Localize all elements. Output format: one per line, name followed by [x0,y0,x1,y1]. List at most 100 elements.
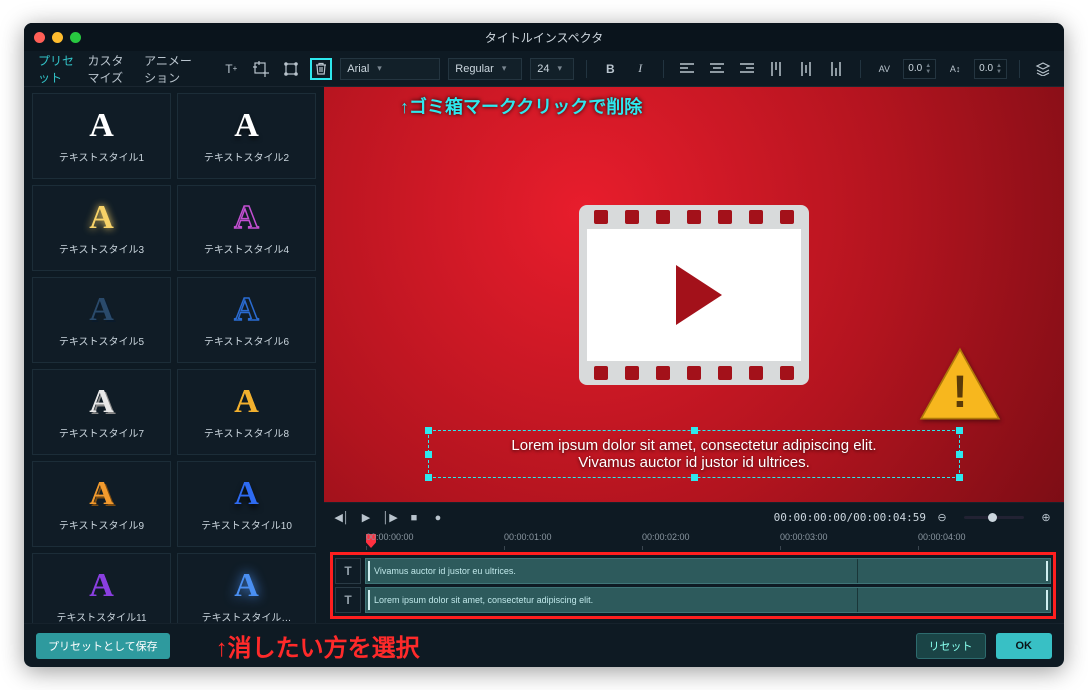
play-button[interactable]: ▶ [358,510,374,526]
zoom-slider[interactable] [964,516,1024,519]
preset-item[interactable]: Aテキストスタイル… [177,553,316,623]
timeline-clip[interactable]: Lorem ipsum dolor sit amet, consectetur … [365,587,1051,613]
font-family-value: Arial [347,63,369,75]
body: Aテキストスタイル1Aテキストスタイル2Aテキストスタイル3Aテキストスタイル4… [24,87,1064,623]
font-size-dropdown[interactable]: 24 ▾ [530,58,574,80]
timeline: 00:00:00:0000:00:01:0000:00:02:0000:00:0… [324,532,1064,623]
align-center-icon[interactable] [706,58,728,80]
track-head[interactable]: T [335,558,361,584]
crop-icon[interactable] [250,58,272,80]
bold-icon[interactable]: B [599,58,621,80]
tracks-container: TVivamus auctor id justor eu ultrices.TL… [330,552,1056,619]
preset-grid: Aテキストスタイル1Aテキストスタイル2Aテキストスタイル3Aテキストスタイル4… [32,93,316,623]
font-weight-value: Regular [455,63,494,75]
svg-text:!: ! [952,366,967,417]
font-weight-dropdown[interactable]: Regular ▾ [448,58,522,80]
font-family-dropdown[interactable]: Arial ▾ [340,58,440,80]
save-preset-button[interactable]: プリセットとして保存 [36,633,170,659]
chevron-down-icon: ▾ [377,63,382,74]
canvas-text-line1: Lorem ipsum dolor sit amet, consectetur … [433,437,956,454]
line-spacing-input[interactable]: 0.0▲▼ [974,59,1007,79]
tab-customize[interactable]: カスタマイズ [87,52,132,86]
prev-frame-button[interactable]: ◀│ [334,510,350,526]
preset-label: テキストスタイル9 [59,517,144,532]
maximize-window-button[interactable] [70,32,81,43]
canvas-area: ↑ゴミ箱マーククリックで削除 ! Lorem ipsum dolor sit a… [324,87,1064,502]
play-icon [676,265,722,325]
tab-animation[interactable]: アニメーション [144,52,196,86]
font-size-value: 24 [537,63,549,75]
align-right-icon[interactable] [736,58,758,80]
preset-label: テキストスタイル1 [59,149,144,164]
timecode: 00:00:00:00/00:00:04:59 [774,511,926,524]
align-top-icon[interactable] [766,58,788,80]
preset-item[interactable]: Aテキストスタイル9 [32,461,171,547]
letter-spacing-icon: AV [873,58,895,80]
italic-icon[interactable]: I [629,58,651,80]
align-bottom-icon[interactable] [826,58,848,80]
mode-tabs: プリセット カスタマイズ アニメーション [24,52,210,86]
timeline-clip[interactable]: Vivamus auctor id justor eu ultrices. [365,558,1051,584]
preset-label: テキストスタイル6 [204,333,289,348]
ok-button[interactable]: OK [996,633,1053,659]
stop-button[interactable]: ■ [406,510,422,526]
preset-item[interactable]: Aテキストスタイル7 [32,369,171,455]
preset-label: テキストスタイル11 [56,609,146,624]
preset-item[interactable]: Aテキストスタイル5 [32,277,171,363]
minimize-window-button[interactable] [52,32,63,43]
titlebar: タイトルインスペクタ [24,23,1064,51]
track-row: T Lorem ipsum dolor sit amet, consectetur… [335,587,1051,613]
layers-icon[interactable] [1032,58,1054,80]
canvas-text-line2: Vivamus auctor id justor id ultrices. [433,454,956,471]
ruler-tick: 00:00:02:00 [642,532,780,552]
tab-preset[interactable]: プリセット [38,52,75,86]
annotation-delete-hint: ↑ゴミ箱マーククリックで削除 [400,93,642,119]
playback-bar: ◀│ ▶ │▶ ■ ● 00:00:00:00/00:00:04:59 ⊖ ⊕ [324,502,1064,532]
clip-label: Lorem ipsum dolor sit amet, consectetur … [374,595,593,605]
zoom-out-button[interactable]: ⊖ [934,510,950,526]
window-title: タイトルインスペクタ [24,29,1064,46]
preset-label: テキストスタイル3 [59,241,144,256]
preset-item[interactable]: Aテキストスタイル6 [177,277,316,363]
track-row: TVivamus auctor id justor eu ultrices. [335,558,1051,584]
text-toolbar: T+ Arial ▾ Regular ▾ 24 ▾ B I [210,58,1064,80]
track-head[interactable]: T [335,587,361,613]
preset-item[interactable]: Aテキストスタイル3 [32,185,171,271]
record-button[interactable]: ● [430,510,446,526]
preset-label: テキストスタイル10 [201,517,292,532]
letter-spacing-input[interactable]: 0.0▲▼ [903,59,936,79]
trash-icon[interactable] [310,58,332,80]
align-middle-icon[interactable] [796,58,818,80]
preset-label: テキストスタイル4 [204,241,289,256]
divider [1019,60,1020,78]
next-frame-button[interactable]: │▶ [382,510,398,526]
text-selection-box[interactable]: Lorem ipsum dolor sit amet, consectetur … [428,430,961,478]
add-text-icon[interactable]: T+ [220,58,242,80]
close-window-button[interactable] [34,32,45,43]
reset-button[interactable]: リセット [916,633,986,659]
ruler-tick: 00:00:00:00 [366,532,504,552]
preset-label: テキストスタイル5 [59,333,144,348]
chevron-down-icon: ▾ [558,63,563,74]
transform-icon[interactable] [280,58,302,80]
preset-sidebar: Aテキストスタイル1Aテキストスタイル2Aテキストスタイル3Aテキストスタイル4… [24,87,324,623]
preset-item[interactable]: Aテキストスタイル2 [177,93,316,179]
preset-label: テキストスタイル… [202,609,292,624]
ruler-tick: 00:00:01:00 [504,532,642,552]
preset-label: テキストスタイル7 [59,425,144,440]
app-window: タイトルインスペクタ プリセット カスタマイズ アニメーション T+ Arial… [24,23,1064,667]
preset-item[interactable]: Aテキストスタイル1 [32,93,171,179]
zoom-in-button[interactable]: ⊕ [1038,510,1054,526]
time-ruler[interactable]: 00:00:00:0000:00:01:0000:00:02:0000:00:0… [330,532,1056,552]
chevron-down-icon: ▾ [502,63,507,74]
preset-item[interactable]: Aテキストスタイル4 [177,185,316,271]
preset-item[interactable]: Aテキストスタイル8 [177,369,316,455]
toolbar-row: プリセット カスタマイズ アニメーション T+ Arial ▾ Regular ▾ … [24,51,1064,87]
preset-item[interactable]: Aテキストスタイル11 [32,553,171,623]
align-left-icon[interactable] [676,58,698,80]
preview-canvas[interactable]: ↑ゴミ箱マーククリックで削除 ! Lorem ipsum dolor sit a… [324,87,1064,502]
preset-item[interactable]: Aテキストスタイル10 [177,461,316,547]
footer: プリセットとして保存 ↑消したい方を選択 リセット OK [24,623,1064,667]
divider [586,60,587,78]
line-spacing-icon: A↕ [944,58,966,80]
